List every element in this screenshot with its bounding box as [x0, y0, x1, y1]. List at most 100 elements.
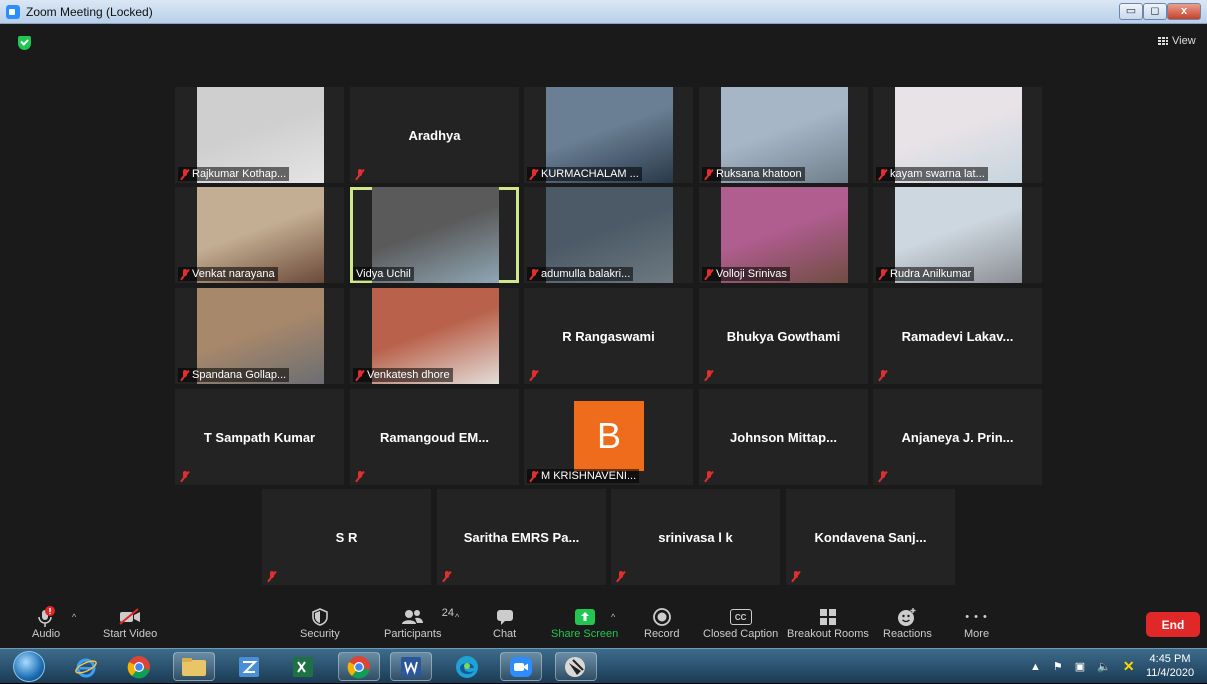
participant-tile[interactable]: Venkat narayana: [175, 187, 344, 283]
start-button-icon[interactable]: [13, 651, 45, 682]
participant-tile[interactable]: Ramadevi Lakav...: [873, 288, 1042, 384]
participant-name-label: Venkatesh dhore: [353, 368, 453, 382]
participant-tile[interactable]: Ramangoud EM...: [350, 389, 519, 485]
participant-tile[interactable]: KURMACHALAM ...: [524, 87, 693, 183]
participant-tile[interactable]: BM KRISHNAVENI...: [524, 389, 693, 485]
participant-name-label: Volloji Srinivas: [702, 267, 790, 281]
chrome-window-icon[interactable]: [338, 652, 380, 681]
closed-caption-button[interactable]: CC Closed Caption: [703, 606, 778, 640]
start-video-button[interactable]: Start Video: [103, 606, 157, 640]
taskbar-clock[interactable]: 4:45 PM 11/4/2020: [1140, 652, 1200, 680]
participant-display-name: Bhukya Gowthami: [726, 328, 841, 344]
participant-display-name: srinivasa l k: [658, 529, 733, 545]
participant-name-label: [702, 369, 719, 382]
audio-options-caret-icon[interactable]: ^: [72, 612, 76, 622]
reactions-button[interactable]: Reactions: [883, 606, 932, 640]
participant-tile[interactable]: srinivasa l k: [611, 489, 780, 585]
participant-tile[interactable]: Aradhya: [350, 87, 519, 183]
view-label: View: [1172, 35, 1196, 47]
participant-name: adumulla balakri...: [541, 268, 631, 280]
audio-label: Audio: [32, 628, 61, 640]
closed-caption-label: Closed Caption: [703, 628, 779, 640]
participant-display-name: Ramadevi Lakav...: [901, 328, 1014, 344]
participant-tile[interactable]: Johnson Mittap...: [699, 389, 868, 485]
participant-display-name: Anjaneya J. Prin...: [901, 429, 1014, 445]
edge-icon[interactable]: [446, 652, 488, 681]
participant-name-label: Spandana Gollap...: [178, 368, 290, 382]
presenter-icon[interactable]: [555, 652, 597, 681]
participant-tile[interactable]: T Sampath Kumar: [175, 389, 344, 485]
record-button[interactable]: Record: [644, 606, 679, 640]
participant-display-name: Aradhya: [408, 127, 461, 143]
power-warning-icon[interactable]: ✕: [1123, 658, 1135, 675]
participant-display-name: T Sampath Kumar: [203, 429, 316, 445]
encryption-shield-icon[interactable]: [18, 36, 31, 50]
participant-tile[interactable]: Anjaneya J. Prin...: [873, 389, 1042, 485]
more-dots-icon: • • •: [965, 611, 988, 623]
participant-tile[interactable]: Saritha EMRS Pa...: [437, 489, 606, 585]
participant-name-label: kayam swarna lat...: [876, 167, 988, 181]
participant-tile[interactable]: kayam swarna lat...: [873, 87, 1042, 183]
participant-tile[interactable]: Volloji Srinivas: [699, 187, 868, 283]
maximize-button[interactable]: ◻: [1143, 3, 1167, 20]
chrome-icon[interactable]: [118, 652, 160, 681]
breakout-rooms-button[interactable]: Breakout Rooms: [787, 606, 869, 640]
muted-mic-icon: [617, 571, 625, 582]
participant-tile[interactable]: Vidya Uchil: [350, 187, 519, 283]
end-meeting-button[interactable]: End: [1146, 612, 1200, 637]
zoom-app-icon: [6, 5, 20, 19]
share-screen-button[interactable]: Share Screen: [551, 606, 618, 640]
muted-mic-icon: [268, 571, 276, 582]
muted-mic-icon: [181, 471, 189, 482]
participant-tile[interactable]: Spandana Gollap...: [175, 288, 344, 384]
participant-name-label: [178, 470, 195, 483]
video-off-icon: [119, 608, 141, 625]
meeting-toolbar: Audio ^ Start Video Security 24 Particip…: [0, 600, 1207, 648]
muted-mic-icon: [38, 606, 56, 627]
file-explorer-icon[interactable]: [173, 652, 215, 681]
muted-mic-icon: [181, 168, 189, 180]
participant-tile[interactable]: Rudra Anilkumar: [873, 187, 1042, 283]
more-label: More: [964, 628, 990, 640]
closed-caption-icon: CC: [729, 609, 752, 625]
participant-tile[interactable]: Bhukya Gowthami: [699, 288, 868, 384]
participants-button[interactable]: 24 Participants: [384, 606, 454, 640]
chat-label: Chat: [493, 628, 517, 640]
minimize-button[interactable]: ▭: [1119, 3, 1143, 20]
internet-explorer-icon[interactable]: [65, 652, 107, 681]
action-center-flag-icon[interactable]: ⚑: [1053, 660, 1063, 673]
participants-count: 24: [441, 607, 454, 619]
participant-name-label: [789, 570, 806, 583]
participant-name-label: KURMACHALAM ...: [527, 167, 642, 181]
participant-tile[interactable]: R Rangaswami: [524, 288, 693, 384]
app-launcher-icon[interactable]: [228, 652, 270, 681]
muted-mic-icon: [181, 369, 189, 381]
security-button[interactable]: Security: [300, 606, 340, 640]
participant-display-name: Kondavena Sanj...: [814, 529, 927, 545]
reactions-smiley-icon: [898, 608, 916, 626]
excel-icon[interactable]: [282, 652, 324, 681]
zoom-taskbar-icon[interactable]: [500, 652, 542, 681]
muted-mic-icon: [879, 471, 887, 482]
more-button[interactable]: • • • More: [964, 606, 989, 640]
participant-name-label: [876, 470, 893, 483]
record-label: Record: [644, 628, 680, 640]
participant-tile[interactable]: Venkatesh dhore: [350, 288, 519, 384]
word-icon[interactable]: [390, 652, 432, 681]
participant-tile[interactable]: S R: [262, 489, 431, 585]
network-icon[interactable]: ▣: [1075, 660, 1085, 673]
participant-tile[interactable]: Rajkumar Kothap...: [175, 87, 344, 183]
participants-caret-icon[interactable]: ^: [455, 612, 459, 622]
audio-button[interactable]: Audio: [32, 606, 60, 640]
participant-tile[interactable]: adumulla balakri...: [524, 187, 693, 283]
chat-button[interactable]: Chat: [493, 606, 516, 640]
participant-tile[interactable]: Ruksana khatoon: [699, 87, 868, 183]
participant-tile[interactable]: Kondavena Sanj...: [786, 489, 955, 585]
volume-icon[interactable]: 🔈: [1097, 660, 1111, 673]
security-shield-icon: [312, 608, 328, 626]
participant-name-label: [527, 369, 544, 382]
tray-expand-icon[interactable]: ▲: [1030, 661, 1041, 673]
share-screen-caret-icon[interactable]: ^: [611, 612, 615, 622]
close-button[interactable]: x: [1167, 3, 1201, 20]
view-button[interactable]: View: [1158, 35, 1196, 47]
